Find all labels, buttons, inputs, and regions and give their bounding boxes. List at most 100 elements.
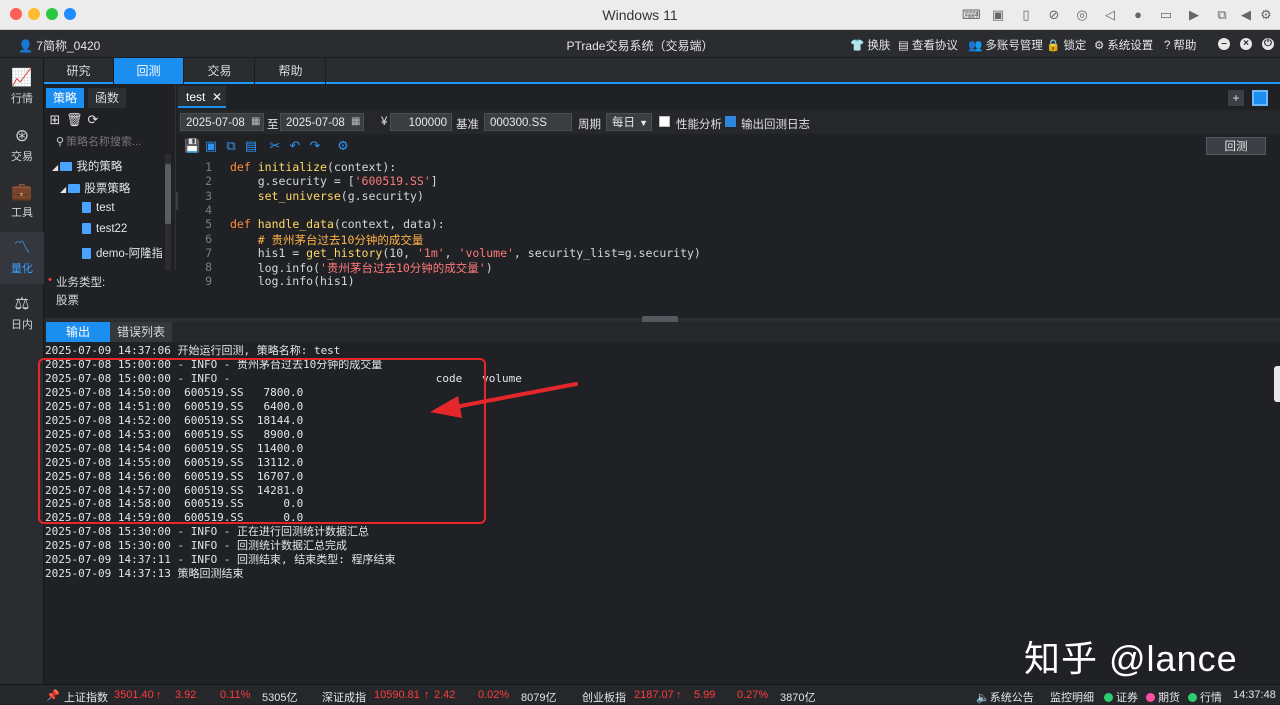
code-line[interactable]: 6 # 贵州茅台过去10分钟的成交量 — [178, 232, 1266, 247]
power-icon[interactable]: ⏻ — [1262, 38, 1274, 50]
clock: 14:37:48 — [1233, 689, 1276, 701]
close-app-icon[interactable]: × — [1240, 38, 1252, 50]
cpu-icon[interactable]: ▣ — [990, 7, 1006, 23]
close-icon[interactable]: ✕ — [212, 86, 222, 108]
line-number: 7 — [205, 245, 212, 260]
tab-help[interactable]: 帮助 — [256, 58, 326, 84]
screenshot-icon[interactable]: ⧉ — [1214, 7, 1230, 23]
strategy-search-input[interactable] — [50, 133, 168, 151]
tree-file-demo[interactable]: demo-阿隆指 — [82, 245, 162, 261]
shirt-icon: 👕 — [850, 40, 865, 52]
capital-input[interactable]: 100000 — [390, 113, 452, 131]
code-line[interactable]: 5 def handle_data(context, data): — [178, 217, 1266, 231]
benchmark-input[interactable]: 000300.SS — [484, 113, 572, 131]
line-number: 9 — [205, 274, 212, 289]
pin-icon[interactable]: 📌 — [46, 689, 60, 702]
code-line[interactable]: 4 — [178, 203, 1266, 217]
network-icon[interactable]: ◎ — [1074, 7, 1090, 23]
code-line[interactable]: 2 g.security = ['600519.SS'] — [178, 174, 1266, 188]
cut-icon[interactable]: ✂ — [268, 139, 282, 153]
monitor-button[interactable]: 监控明细 — [1050, 689, 1094, 705]
notice-button[interactable]: 🔈系统公告 — [976, 689, 1034, 705]
tab-trade[interactable]: 交易 — [185, 58, 255, 84]
system-settings-button[interactable]: ⚙ 系统设置 — [1094, 37, 1153, 53]
output-log-checkbox[interactable] — [725, 116, 736, 127]
code-editor[interactable]: 1 def initialize(context): 2 g.security = … — [178, 160, 1266, 302]
code-line[interactable]: 8 log.info('贵州茅台过去10分钟的成交量') — [178, 260, 1266, 275]
editor-scrollbar[interactable] — [1266, 160, 1280, 302]
undo-icon[interactable]: ↶ — [288, 139, 302, 153]
minimize-icon[interactable]: – — [1218, 38, 1230, 50]
biz-value: 股票 — [56, 295, 79, 307]
redo-icon[interactable]: ↷ — [308, 139, 322, 153]
tab-strategy[interactable]: 策略 — [46, 88, 84, 108]
multi-account-button[interactable]: 👥 多账号管理 — [968, 37, 1043, 53]
code-line[interactable]: 1 def initialize(context): — [178, 160, 1266, 174]
quant-icon: 〽 — [13, 238, 31, 257]
add-tab-icon[interactable]: + — [1228, 90, 1244, 106]
save-icon[interactable]: 💾 — [184, 139, 200, 153]
code-text: log.info(his1) — [230, 274, 355, 289]
line-number: 5 — [205, 217, 212, 232]
trash-icon[interactable]: 🗑 — [66, 113, 83, 127]
gear-icon[interactable]: ⚙ — [1258, 7, 1274, 23]
user-account[interactable]: 👤 7简称_0420 — [18, 37, 100, 54]
line-number: 3 — [205, 188, 212, 203]
usb-icon[interactable]: ▯ — [1018, 7, 1034, 23]
rail-item-market[interactable]: 📈 行情 — [0, 62, 44, 114]
rail-item-tools[interactable]: 💼 工具 — [0, 176, 44, 228]
app-header: 👤 7简称_0420 PTrade交易系统（交易端） 👕 换肤 ▤ 查看协议 👥 多账… — [0, 30, 1280, 58]
rail-item-quant[interactable]: 〽量化 — [0, 232, 44, 284]
lock-icon: 🔒 — [1046, 40, 1061, 52]
tree-file-test[interactable]: test — [82, 202, 115, 214]
skin-button[interactable]: 👕 换肤 — [850, 37, 890, 53]
tree-group[interactable]: ◢ 股票策略 — [60, 180, 130, 196]
tab-backtest[interactable]: 回测 — [114, 58, 184, 84]
keyboard-icon[interactable]: ⌨ — [962, 7, 981, 23]
code-line[interactable]: 7 his1 = get_history(10, '1m', 'volume',… — [178, 246, 1266, 260]
tab-functions[interactable]: 函数 — [88, 88, 126, 108]
tree-root[interactable]: ◢ 我的策略 — [52, 158, 122, 174]
tree-file-test22[interactable]: test22 — [82, 223, 127, 235]
layout-icon[interactable] — [1252, 90, 1268, 106]
settings-icon[interactable]: ⚙ — [336, 139, 350, 153]
app-title: PTrade交易系统（交易端） — [566, 39, 714, 53]
log-line: 2025-07-08 15:30:00 - INFO - 回测统计数据汇总完成 — [45, 539, 348, 553]
camera-off-icon[interactable]: ⊘ — [1046, 7, 1062, 23]
top-tabs: 研究 回测 交易 帮助 — [44, 58, 1280, 84]
help-button[interactable]: ? 帮助 — [1164, 37, 1196, 53]
period-select[interactable]: 每日 ▼ — [606, 113, 652, 131]
add-icon[interactable]: ⊞ — [48, 113, 62, 127]
agreement-button[interactable]: ▤ 查看协议 — [898, 37, 958, 53]
status-dot — [1146, 693, 1155, 702]
rail-item-intraday[interactable]: ⚖ 日内 — [0, 288, 44, 340]
chart-line-icon: 📈 — [11, 68, 33, 87]
line-number: 8 — [205, 260, 212, 275]
paste-icon[interactable]: ▤ — [244, 139, 258, 153]
tab-output[interactable]: 输出 — [46, 322, 110, 342]
rail-item-trade[interactable]: ⊛ 交易 — [0, 120, 44, 172]
calendar-icon[interactable]: ▦ — [251, 116, 260, 127]
code-line[interactable]: 9 log.info(his1) — [178, 274, 1266, 288]
chevron-down-icon: ▼ — [639, 118, 648, 128]
save-as-icon[interactable]: ▣ — [204, 139, 218, 153]
tab-research[interactable]: 研究 — [44, 58, 114, 84]
calendar-icon[interactable]: ▦ — [351, 116, 360, 127]
copy-icon[interactable]: ⧉ — [224, 139, 238, 153]
log-line: 2025-07-09 14:37:11 - INFO - 回测结束, 结束类型:… — [45, 553, 396, 567]
code-line[interactable]: 3 set_universe(g.security) — [178, 189, 1266, 203]
speaker-icon[interactable]: ◁ — [1102, 7, 1118, 23]
editor-tab-test[interactable]: test ✕ — [178, 86, 226, 108]
file-icon — [82, 248, 91, 259]
right-collapse-handle[interactable] — [1274, 366, 1280, 402]
video-icon[interactable]: ▶ — [1186, 7, 1202, 23]
drive-icon[interactable]: ▭ — [1158, 7, 1174, 23]
status-bar: 📌 上证指数 3501.40 ↑ 3.92 0.11% 5305亿 深证成指 1… — [0, 684, 1280, 704]
run-backtest-button[interactable]: 回测 — [1206, 137, 1266, 155]
tab-error-list[interactable]: 错误列表 — [110, 322, 172, 342]
lock-button[interactable]: 🔒 锁定 — [1046, 37, 1086, 53]
perf-analysis-checkbox[interactable] — [659, 116, 670, 127]
microphone-icon[interactable]: ● — [1130, 7, 1146, 23]
chevron-left-icon[interactable]: ◀ — [1238, 7, 1254, 23]
refresh-icon[interactable]: ⟳ — [86, 113, 100, 127]
